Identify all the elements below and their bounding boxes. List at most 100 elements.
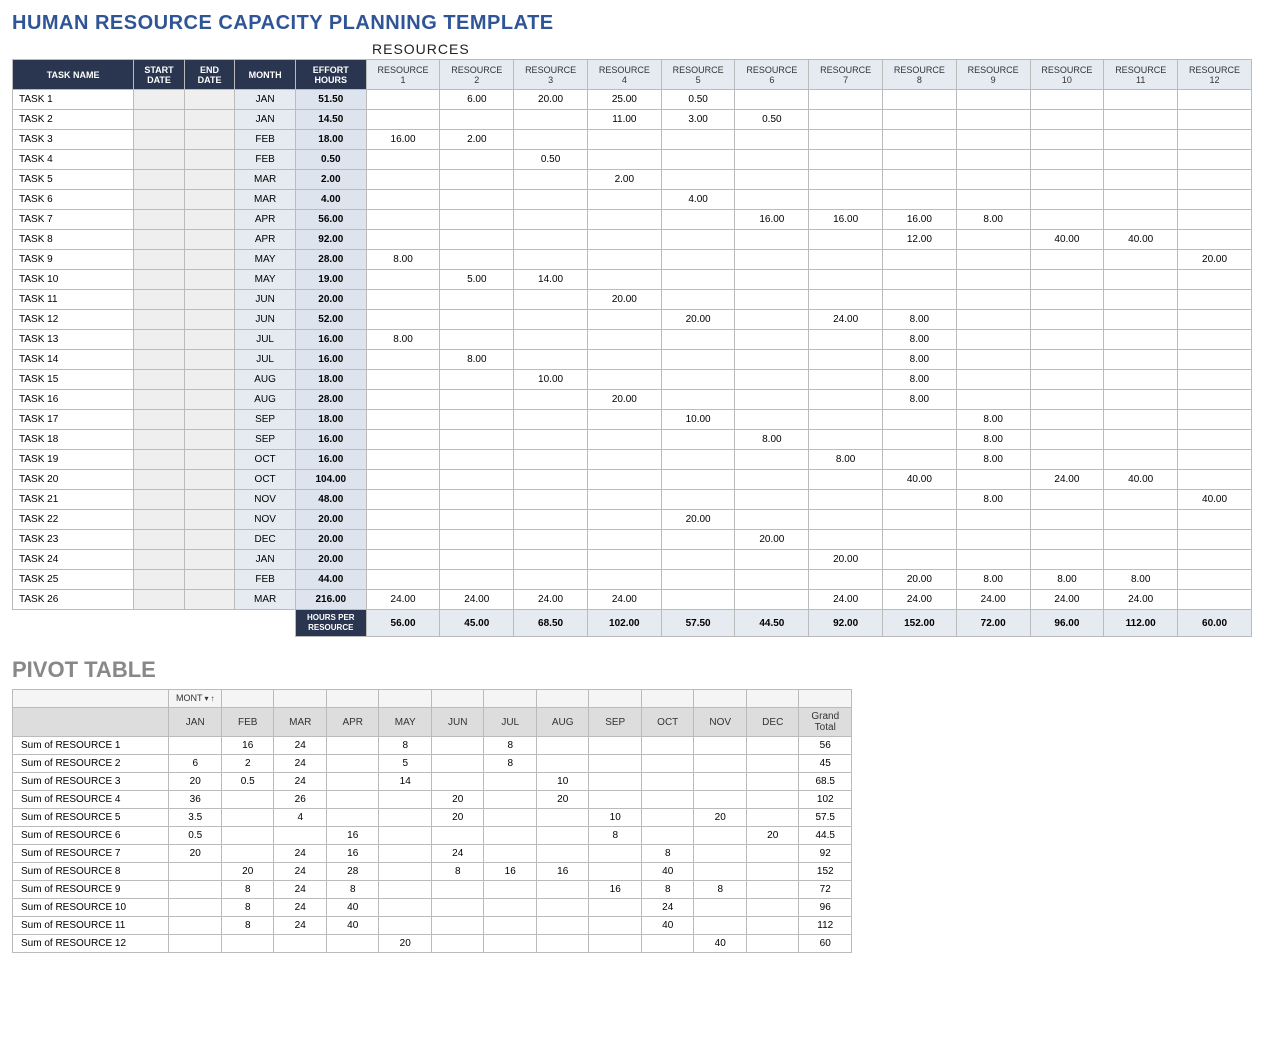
- cell-task-name[interactable]: TASK 15: [13, 370, 134, 390]
- cell-effort[interactable]: 16.00: [295, 330, 366, 350]
- pivot-cell[interactable]: [589, 917, 642, 935]
- cell-month[interactable]: JUN: [235, 310, 296, 330]
- cell-resource-8[interactable]: [883, 550, 957, 570]
- cell-resource-2[interactable]: 2.00: [440, 130, 514, 150]
- pivot-cell[interactable]: [379, 881, 432, 899]
- cell-resource-1[interactable]: [366, 310, 440, 330]
- cell-resource-2[interactable]: 5.00: [440, 270, 514, 290]
- cell-resource-6[interactable]: [735, 170, 809, 190]
- cell-resource-6[interactable]: [735, 350, 809, 370]
- cell-resource-4[interactable]: [587, 230, 661, 250]
- cell-resource-9[interactable]: [956, 110, 1030, 130]
- cell-resource-9[interactable]: [956, 150, 1030, 170]
- cell-resource-7[interactable]: [809, 290, 883, 310]
- cell-resource-7[interactable]: 24.00: [809, 310, 883, 330]
- cell-resource-11[interactable]: [1104, 550, 1178, 570]
- pivot-cell[interactable]: [536, 917, 589, 935]
- cell-end-date[interactable]: [184, 230, 235, 250]
- pivot-cell[interactable]: 20: [221, 863, 274, 881]
- cell-resource-12[interactable]: [1178, 270, 1252, 290]
- cell-resource-12[interactable]: [1178, 150, 1252, 170]
- pivot-cell[interactable]: [589, 737, 642, 755]
- cell-resource-8[interactable]: [883, 150, 957, 170]
- cell-resource-12[interactable]: 40.00: [1178, 490, 1252, 510]
- cell-resource-1[interactable]: [366, 210, 440, 230]
- cell-effort[interactable]: 4.00: [295, 190, 366, 210]
- cell-resource-10[interactable]: [1030, 510, 1104, 530]
- cell-resource-6[interactable]: [735, 250, 809, 270]
- cell-task-name[interactable]: TASK 3: [13, 130, 134, 150]
- cell-resource-5[interactable]: [661, 250, 735, 270]
- cell-start-date[interactable]: [134, 390, 185, 410]
- cell-task-name[interactable]: TASK 8: [13, 230, 134, 250]
- cell-resource-3[interactable]: [514, 530, 588, 550]
- pivot-cell[interactable]: 8: [484, 755, 537, 773]
- cell-effort[interactable]: 56.00: [295, 210, 366, 230]
- cell-resource-11[interactable]: [1104, 430, 1178, 450]
- pivot-cell[interactable]: 20: [431, 791, 484, 809]
- cell-task-name[interactable]: TASK 4: [13, 150, 134, 170]
- cell-resource-6[interactable]: [735, 410, 809, 430]
- cell-resource-1[interactable]: [366, 170, 440, 190]
- cell-task-name[interactable]: TASK 9: [13, 250, 134, 270]
- cell-resource-3[interactable]: [514, 290, 588, 310]
- cell-start-date[interactable]: [134, 270, 185, 290]
- cell-resource-12[interactable]: [1178, 530, 1252, 550]
- pivot-cell[interactable]: [326, 773, 379, 791]
- cell-task-name[interactable]: TASK 11: [13, 290, 134, 310]
- cell-resource-3[interactable]: [514, 410, 588, 430]
- cell-resource-9[interactable]: [956, 530, 1030, 550]
- cell-resource-12[interactable]: [1178, 290, 1252, 310]
- cell-resource-3[interactable]: 20.00: [514, 90, 588, 110]
- pivot-cell[interactable]: [746, 773, 799, 791]
- cell-end-date[interactable]: [184, 110, 235, 130]
- cell-resource-12[interactable]: [1178, 470, 1252, 490]
- cell-resource-10[interactable]: [1030, 110, 1104, 130]
- pivot-cell[interactable]: [641, 827, 694, 845]
- pivot-cell[interactable]: [169, 935, 222, 953]
- cell-resource-10[interactable]: [1030, 530, 1104, 550]
- cell-resource-8[interactable]: [883, 530, 957, 550]
- cell-month[interactable]: FEB: [235, 150, 296, 170]
- pivot-cell[interactable]: 26: [274, 791, 327, 809]
- cell-resource-12[interactable]: [1178, 170, 1252, 190]
- cell-start-date[interactable]: [134, 210, 185, 230]
- cell-month[interactable]: SEP: [235, 430, 296, 450]
- cell-resource-9[interactable]: 8.00: [956, 450, 1030, 470]
- pivot-cell[interactable]: 8: [379, 737, 432, 755]
- cell-task-name[interactable]: TASK 18: [13, 430, 134, 450]
- cell-task-name[interactable]: TASK 12: [13, 310, 134, 330]
- cell-resource-4[interactable]: [587, 270, 661, 290]
- cell-resource-3[interactable]: [514, 390, 588, 410]
- cell-end-date[interactable]: [184, 530, 235, 550]
- cell-resource-5[interactable]: [661, 490, 735, 510]
- cell-resource-12[interactable]: [1178, 130, 1252, 150]
- cell-resource-2[interactable]: [440, 290, 514, 310]
- cell-resource-5[interactable]: [661, 570, 735, 590]
- cell-resource-10[interactable]: [1030, 90, 1104, 110]
- pivot-cell[interactable]: [484, 773, 537, 791]
- cell-resource-2[interactable]: [440, 250, 514, 270]
- pivot-cell[interactable]: [484, 935, 537, 953]
- cell-end-date[interactable]: [184, 130, 235, 150]
- cell-resource-6[interactable]: 16.00: [735, 210, 809, 230]
- cell-resource-4[interactable]: 20.00: [587, 390, 661, 410]
- cell-start-date[interactable]: [134, 570, 185, 590]
- cell-resource-6[interactable]: [735, 310, 809, 330]
- cell-resource-2[interactable]: [440, 410, 514, 430]
- cell-start-date[interactable]: [134, 110, 185, 130]
- cell-resource-3[interactable]: [514, 430, 588, 450]
- cell-resource-10[interactable]: 24.00: [1030, 470, 1104, 490]
- cell-effort[interactable]: 19.00: [295, 270, 366, 290]
- cell-resource-2[interactable]: [440, 570, 514, 590]
- cell-resource-3[interactable]: [514, 490, 588, 510]
- cell-resource-10[interactable]: [1030, 450, 1104, 470]
- pivot-cell[interactable]: [641, 737, 694, 755]
- pivot-cell[interactable]: 0.5: [169, 827, 222, 845]
- pivot-cell[interactable]: 28: [326, 863, 379, 881]
- cell-month[interactable]: AUG: [235, 370, 296, 390]
- pivot-cell[interactable]: 5: [379, 755, 432, 773]
- cell-resource-7[interactable]: [809, 170, 883, 190]
- pivot-cell[interactable]: [326, 809, 379, 827]
- cell-effort[interactable]: 28.00: [295, 390, 366, 410]
